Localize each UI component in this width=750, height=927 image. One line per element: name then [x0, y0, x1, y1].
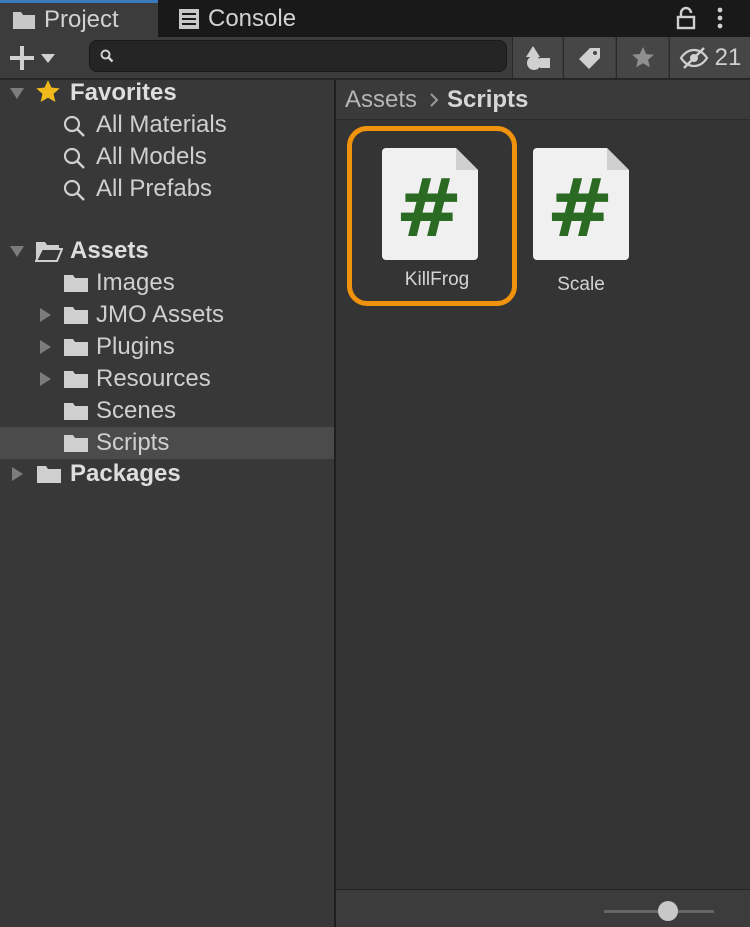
search-icon — [63, 179, 85, 201]
svg-text:#: # — [395, 162, 462, 255]
asset-browser: Assets Scripts # KillFrog # Scale — [336, 80, 750, 927]
tree-item-label: Packages — [70, 460, 181, 487]
folder-icon — [12, 10, 36, 30]
tree-item-label: JMO Assets — [96, 301, 225, 328]
expand-right-icon[interactable] — [9, 466, 25, 482]
tree-item-all-materials[interactable]: All Materials — [0, 109, 334, 141]
folder-open-icon — [35, 242, 63, 262]
tree-item-plugins[interactable]: Plugins — [0, 331, 334, 363]
star-icon — [631, 46, 654, 67]
breadcrumb: Assets Scripts — [336, 80, 750, 120]
hidden-count: 21 — [714, 43, 742, 71]
plus-icon — [10, 46, 34, 70]
save-search-button[interactable] — [616, 37, 668, 78]
tree-item-label: All Models — [96, 143, 207, 170]
folder-icon — [64, 275, 88, 292]
console-icon — [178, 8, 200, 30]
chevron-down-icon — [41, 54, 55, 63]
tree-item-label: Assets — [70, 237, 149, 264]
icon-size-slider-thumb[interactable] — [658, 901, 678, 921]
tab-console[interactable]: Console — [172, 0, 322, 37]
tree-item-scripts[interactable]: Scripts — [0, 427, 334, 459]
expand-right-icon[interactable] — [37, 371, 53, 387]
folder-tree: Favorites All Materials All Models All P… — [0, 77, 334, 927]
tree-item-label: All Prefabs — [96, 175, 213, 202]
eye-slash-icon — [679, 46, 708, 69]
tab-project-label: Project — [44, 6, 119, 33]
star-icon — [36, 80, 60, 102]
expand-down-icon[interactable] — [9, 243, 25, 259]
folder-icon — [64, 307, 88, 324]
create-button[interactable] — [8, 41, 68, 75]
tree-item-label: Images — [96, 269, 175, 296]
asset-item-killfrog[interactable]: # KillFrog — [347, 126, 517, 306]
tag-icon — [578, 47, 600, 69]
tree-item-scenes[interactable]: Scenes — [0, 395, 334, 427]
expand-down-icon[interactable] — [9, 85, 25, 101]
tree-item-favorites[interactable]: Favorites — [0, 77, 334, 109]
csharp-script-icon: # — [382, 148, 478, 260]
tree-item-label: Scenes — [96, 397, 177, 424]
search-icon — [63, 115, 85, 137]
bottom-bar — [336, 889, 750, 927]
hidden-packages-toggle[interactable]: 21 — [669, 37, 750, 78]
tree-item-label: Favorites — [70, 79, 177, 106]
tree-item-all-models[interactable]: All Models — [0, 141, 334, 173]
shapes-icon — [525, 45, 550, 70]
tree-item-jmo-assets[interactable]: JMO Assets — [0, 299, 334, 331]
search-icon — [100, 49, 114, 63]
expand-right-icon[interactable] — [37, 307, 53, 323]
tree-item-images[interactable]: Images — [0, 267, 334, 299]
folder-icon — [64, 371, 88, 388]
chevron-right-icon — [429, 92, 439, 108]
lock-icon[interactable] — [676, 6, 696, 30]
tree-item-assets[interactable]: Assets — [0, 235, 334, 267]
tab-project[interactable]: Project — [0, 0, 158, 37]
tree-item-label: Plugins — [96, 333, 175, 360]
search-field[interactable] — [89, 40, 507, 72]
tree-item-label: Resources — [96, 365, 211, 392]
tree-item-packages[interactable]: Packages — [0, 458, 334, 490]
search-input[interactable] — [120, 45, 500, 67]
search-by-label-button[interactable] — [563, 37, 615, 78]
search-icon — [63, 147, 85, 169]
folder-icon — [64, 403, 88, 420]
tab-console-label: Console — [208, 4, 297, 32]
breadcrumb-assets[interactable]: Assets — [345, 86, 417, 114]
csharp-script-icon: # — [533, 148, 629, 260]
asset-label: Scale — [557, 274, 605, 295]
more-options-icon[interactable] — [714, 6, 726, 30]
tree-item-label: Scripts — [96, 429, 170, 456]
folder-icon — [64, 339, 88, 356]
asset-item-scale[interactable]: # Scale — [496, 131, 666, 311]
breadcrumb-scripts[interactable]: Scripts — [447, 86, 528, 114]
toolbar: 21 — [0, 37, 750, 79]
tree-item-label: All Materials — [96, 111, 227, 138]
tab-bar: Project Console — [0, 0, 750, 37]
tree-item-all-prefabs[interactable]: All Prefabs — [0, 173, 334, 205]
tree-item-resources[interactable]: Resources — [0, 363, 334, 395]
folder-icon — [64, 435, 88, 452]
search-by-type-button[interactable] — [512, 37, 562, 78]
folder-icon — [37, 466, 61, 483]
expand-right-icon[interactable] — [37, 339, 53, 355]
svg-text:#: # — [546, 162, 613, 255]
